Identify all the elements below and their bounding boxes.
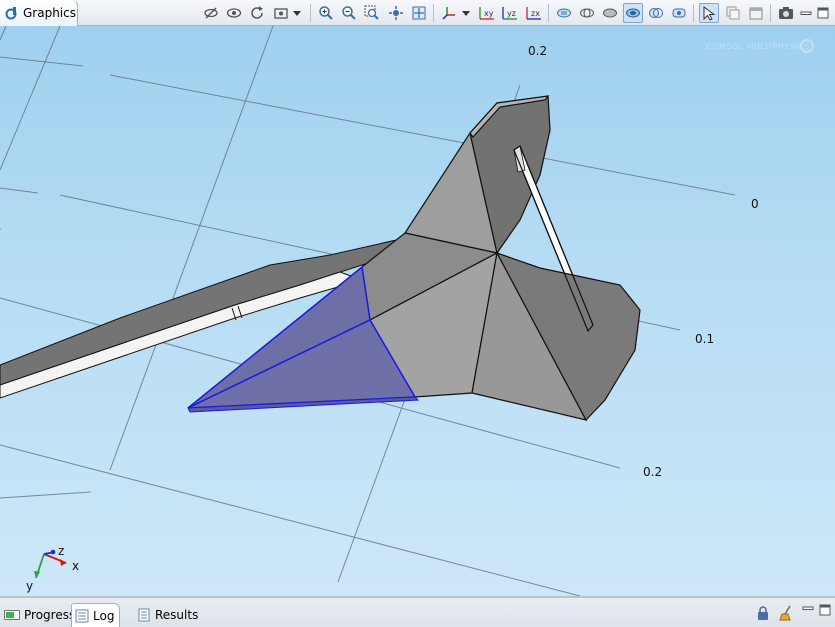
graphics-toolbar: Graphics xy yz zx xyxy=(0,0,835,26)
log-icon xyxy=(75,609,89,622)
bottom-panel-tabs: Progress Log Results xyxy=(0,596,835,627)
comsol-window: Graphics xy yz zx 0.2 0 0.1 0.2 COMSOL M… xyxy=(0,0,835,627)
toolbar-separator xyxy=(548,4,549,22)
transparency-icon[interactable] xyxy=(554,3,574,23)
triad-y-label: y xyxy=(26,579,33,593)
zoom-in-icon[interactable] xyxy=(316,3,336,23)
toolbar-separator xyxy=(693,4,694,22)
minimize-icon[interactable] xyxy=(799,3,813,23)
view-zx-icon[interactable]: zx xyxy=(524,3,544,23)
wireframe-icon[interactable] xyxy=(577,3,597,23)
reset-icon[interactable] xyxy=(247,3,267,23)
hide-icon[interactable] xyxy=(201,3,221,23)
maximize-icon[interactable] xyxy=(816,3,830,23)
toolbar-separator xyxy=(770,4,771,22)
svg-text:COMSOL MULTIPHYSICS: COMSOL MULTIPHYSICS xyxy=(706,42,810,51)
select-boundaries-icon[interactable] xyxy=(669,3,689,23)
chevron-down-icon[interactable] xyxy=(290,3,304,23)
zoom-selected-icon[interactable] xyxy=(386,3,406,23)
select-mode-icon[interactable] xyxy=(699,3,719,23)
progress-icon xyxy=(4,610,20,620)
graphics-tab[interactable]: Graphics xyxy=(0,0,78,26)
paste-icon[interactable] xyxy=(746,3,766,23)
zoom-extents-icon[interactable] xyxy=(409,3,429,23)
select-objects-icon[interactable] xyxy=(623,3,643,23)
zoom-box-icon[interactable] xyxy=(362,3,382,23)
minimize-icon[interactable] xyxy=(802,604,814,619)
graphics-tab-label: Graphics xyxy=(23,6,76,20)
axis-label: 0.2 xyxy=(528,44,547,58)
triad-z-label: z xyxy=(58,544,64,558)
tab-progress[interactable]: Progress xyxy=(0,603,81,627)
screenshot-icon[interactable] xyxy=(776,3,796,23)
tab-progress-label: Progress xyxy=(24,608,76,622)
lock-icon[interactable] xyxy=(755,605,771,624)
axis-label: 0.1 xyxy=(695,332,714,346)
copy-icon[interactable] xyxy=(723,3,743,23)
svg-text:zx: zx xyxy=(531,9,540,18)
show-icon[interactable] xyxy=(224,3,244,23)
toolbar-separator xyxy=(433,4,434,22)
comsol-graphics-icon xyxy=(5,7,17,20)
results-icon xyxy=(138,608,150,622)
view-dropdown-icon[interactable] xyxy=(271,3,291,23)
tab-log-label: Log xyxy=(93,608,115,623)
zoom-out-icon[interactable] xyxy=(339,3,359,23)
chevron-down-icon[interactable] xyxy=(459,3,473,23)
select-domains-icon[interactable] xyxy=(646,3,666,23)
clear-broom-icon[interactable] xyxy=(778,605,794,624)
svg-text:xy: xy xyxy=(484,9,494,18)
svg-text:yz: yz xyxy=(507,9,516,18)
toolbar-separator xyxy=(310,4,311,22)
graphics-viewport[interactable]: 0.2 0 0.1 0.2 COMSOL MULTIPHYSICS x y z xyxy=(0,26,835,596)
view-yz-icon[interactable]: yz xyxy=(500,3,520,23)
maximize-icon[interactable] xyxy=(819,604,831,619)
triad-x-label: x xyxy=(72,559,79,573)
view-xy-icon[interactable]: xy xyxy=(477,3,497,23)
render-icon[interactable] xyxy=(600,3,620,23)
axis-label: 0 xyxy=(751,197,759,211)
axis-label: 0.2 xyxy=(643,465,662,479)
axes-orientation-icon[interactable] xyxy=(439,3,459,23)
tab-results[interactable]: Results xyxy=(133,603,204,627)
comsol-watermark: COMSOL MULTIPHYSICS xyxy=(706,39,814,53)
tab-log[interactable]: Log xyxy=(71,603,121,627)
coordinate-triad: x y z xyxy=(26,544,79,593)
model-scene[interactable]: 0.2 0 0.1 0.2 COMSOL MULTIPHYSICS x y z xyxy=(0,26,835,596)
tab-results-label: Results xyxy=(155,608,199,622)
